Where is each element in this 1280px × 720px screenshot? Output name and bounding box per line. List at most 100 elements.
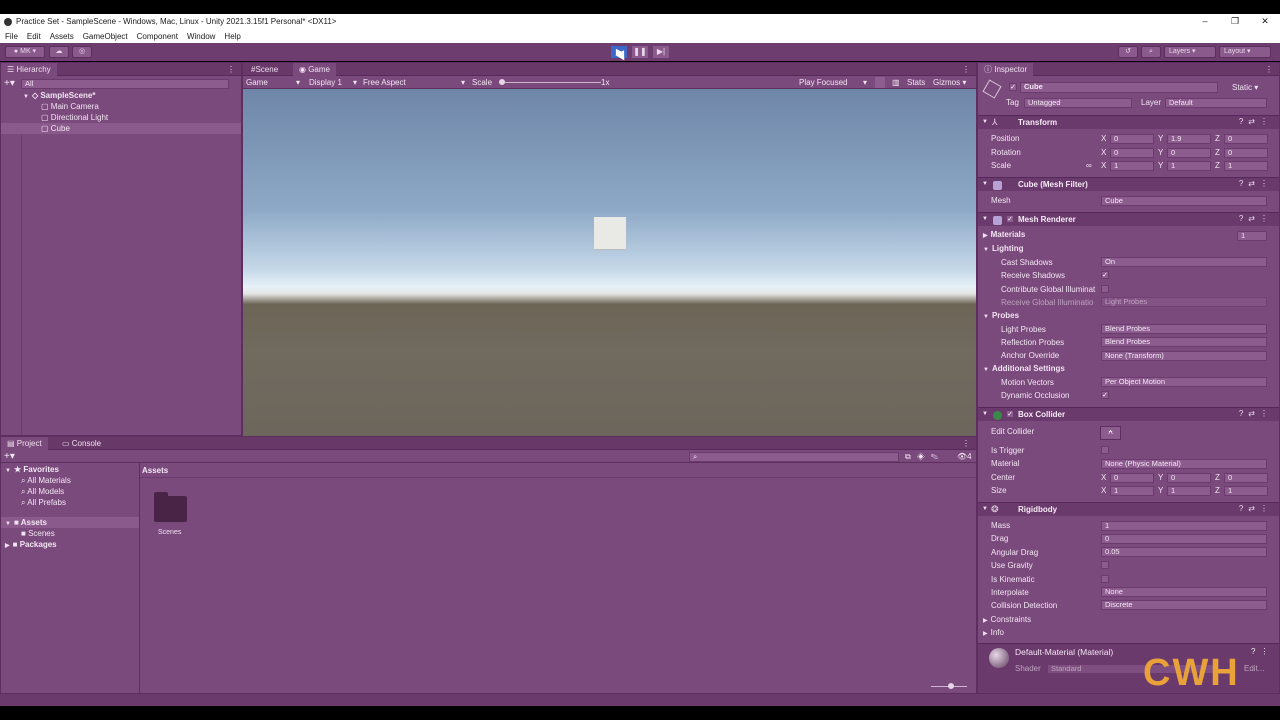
close-button[interactable]: ✕ (1250, 14, 1280, 29)
step-button[interactable]: ▶| (653, 46, 669, 58)
aspect-dropdown[interactable]: Free Aspect ▾ (363, 77, 467, 88)
motion-vectors-dropdown[interactable]: Per Object Motion (1101, 377, 1267, 387)
constraints-foldout[interactable]: ▶ Constraints (983, 614, 1031, 625)
receive-shadows-checkbox[interactable]: ✓ (1101, 271, 1109, 279)
favorite-all-prefabs[interactable]: ⌕ All Prefabs (21, 497, 66, 508)
transform-rotation-y-field[interactable]: 0 (1167, 147, 1211, 158)
lighting-foldout[interactable]: ▼ Lighting (983, 244, 1024, 255)
hierarchy-search-input[interactable]: All (21, 79, 229, 89)
tab-hierarchy[interactable]: ☰ Hierarchy (1, 63, 57, 76)
light-probes-dropdown[interactable]: Blend Probes (1101, 324, 1267, 334)
active-checkbox[interactable]: ✓ (1009, 83, 1017, 91)
gizmos-button[interactable]: Gizmos ▾ (933, 77, 966, 88)
box-collider-header[interactable]: ▼ ✓ Box Collider ?⇄⋮ (978, 407, 1279, 421)
hierarchy-item-main-camera[interactable]: ▢ Main Camera (41, 101, 99, 112)
box-collider-enabled-checkbox[interactable]: ✓ (1006, 410, 1014, 418)
transform-scale-y-field[interactable]: 1 (1167, 161, 1211, 171)
stats-icon[interactable]: ▥ (892, 77, 900, 88)
anchor-override-field[interactable]: None (Transform) (1101, 351, 1267, 361)
panel-menu-icon[interactable]: ⋮ (962, 65, 970, 74)
transform-rotation-z-field[interactable]: 0 (1224, 147, 1268, 158)
tab-inspector[interactable]: ⓘ Inspector (978, 63, 1034, 76)
collider-size-y-field[interactable]: 1 (1167, 486, 1211, 496)
collision-detection-dropdown[interactable]: Discrete (1101, 600, 1267, 610)
history-icon[interactable]: ↺ (1118, 46, 1138, 58)
component-controls[interactable]: ?⇄⋮ (1239, 214, 1273, 223)
display-dropdown[interactable]: Display 1 ▾ (309, 77, 359, 88)
layers-dropdown[interactable]: Layers ▾ (1164, 46, 1216, 58)
transform-header[interactable]: ▼ ⅄ Transform ?⇄⋮ (978, 115, 1279, 129)
hierarchy-item-cube[interactable]: ▢ Cube (1, 123, 241, 134)
filter-icons[interactable]: ⧉◈✎ (905, 451, 944, 462)
transform-position-x-field[interactable]: 0 (1110, 134, 1154, 144)
collider-material-field[interactable]: None (Physic Material) (1101, 459, 1267, 469)
component-controls[interactable]: ?⇄⋮ (1239, 179, 1273, 188)
hierarchy-item-directional-light[interactable]: ▢ Directional Light (41, 112, 108, 123)
assets-folder[interactable]: ▼ ■ Assets (1, 517, 139, 528)
packages-folder[interactable]: ▶ ■ Packages (5, 539, 57, 550)
menu-gameobject[interactable]: GameObject (83, 32, 128, 41)
tab-console[interactable]: ▭ Console (56, 437, 107, 450)
mesh-filter-header[interactable]: ▼ Cube (Mesh Filter) ?⇄⋮ (978, 177, 1279, 191)
transform-scale-z-field[interactable]: 1 (1224, 161, 1268, 171)
transform-position-y-field[interactable]: 1.9 (1167, 134, 1211, 144)
is-kinematic-checkbox[interactable] (1101, 575, 1109, 583)
favorite-all-materials[interactable]: ⌕ All Materials (21, 475, 71, 486)
menu-component[interactable]: Component (137, 32, 178, 41)
menu-window[interactable]: Window (187, 32, 215, 41)
material-controls[interactable]: ?⋮ (1251, 647, 1273, 656)
game-viewport[interactable] (243, 89, 976, 436)
reflection-probes-dropdown[interactable]: Blend Probes (1101, 337, 1267, 347)
menu-assets[interactable]: Assets (50, 32, 74, 41)
mesh-renderer-enabled-checkbox[interactable]: ✓ (1006, 215, 1014, 223)
static-toggle[interactable]: Static ▾ (1232, 82, 1258, 93)
collider-size-x-field[interactable]: 1 (1110, 486, 1154, 496)
folder-icon[interactable] (154, 496, 187, 522)
rigidbody-header[interactable]: ▼ ❂ Rigidbody ?⇄⋮ (978, 502, 1279, 516)
collider-size-z-field[interactable]: 1 (1224, 486, 1268, 496)
use-gravity-checkbox[interactable] (1101, 561, 1109, 569)
panel-menu-icon[interactable]: ⋮ (1265, 65, 1273, 74)
is-trigger-checkbox[interactable] (1101, 446, 1109, 454)
panel-menu-icon[interactable]: ⋮ (962, 439, 970, 448)
transform-position-z-field[interactable]: 0 (1224, 134, 1268, 144)
info-foldout[interactable]: ▶ Info (983, 627, 1004, 638)
mute-icon[interactable] (875, 77, 885, 88)
materials-count-field[interactable]: 1 (1237, 231, 1267, 241)
collider-center-z-field[interactable]: 0 (1224, 473, 1268, 483)
tab-project[interactable]: ▤ Project (1, 437, 48, 450)
game-mode-dropdown[interactable]: Game ▾ (246, 77, 302, 88)
account-button[interactable]: ● MK ▾ (5, 46, 45, 58)
collider-center-x-field[interactable]: 0 (1110, 473, 1154, 483)
collab-icon[interactable]: ◎ (72, 46, 92, 58)
create-asset-icon[interactable]: +▾ (4, 451, 15, 462)
menu-file[interactable]: File (5, 32, 18, 41)
scene-root[interactable]: ▼ ◇ SampleScene* (23, 90, 95, 101)
edit-collider-button[interactable]: ⍲ (1100, 426, 1121, 440)
assets-breadcrumb[interactable]: Assets (142, 465, 168, 476)
shader-edit-button[interactable]: Edit... (1244, 663, 1264, 674)
link-icon[interactable]: ∞ (1086, 160, 1092, 171)
layer-dropdown[interactable]: Default (1165, 98, 1267, 108)
add-object-icon[interactable]: +▾ (4, 78, 15, 89)
drag-field[interactable]: 0 (1101, 534, 1267, 544)
tab-game[interactable]: ◉ Game (293, 63, 336, 76)
panel-menu-icon[interactable]: ⋮ (227, 65, 235, 74)
contribute-gi-checkbox[interactable] (1101, 285, 1109, 293)
favorite-all-models[interactable]: ⌕ All Models (21, 486, 64, 497)
scenes-folder[interactable]: ■ Scenes (21, 528, 55, 539)
minimize-button[interactable]: – (1190, 14, 1220, 29)
scale-slider-handle[interactable] (499, 79, 505, 85)
play-focused-dropdown[interactable]: Play Focused ▾ (799, 77, 869, 88)
menu-edit[interactable]: Edit (27, 32, 41, 41)
scale-slider[interactable] (501, 82, 601, 83)
materials-foldout[interactable]: ▶ Materials (983, 230, 1025, 241)
favorites-folder[interactable]: ▼ ★ Favorites (5, 464, 59, 475)
dynamic-occlusion-checkbox[interactable]: ✓ (1101, 391, 1109, 399)
cast-shadows-dropdown[interactable]: On (1101, 257, 1267, 267)
cloud-icon[interactable]: ☁ (49, 46, 69, 58)
menu-help[interactable]: Help (224, 32, 240, 41)
transform-rotation-x-field[interactable]: 0 (1110, 147, 1154, 158)
project-search-input[interactable]: ⌕ (689, 452, 899, 462)
mesh-field[interactable]: Cube (1101, 196, 1267, 206)
